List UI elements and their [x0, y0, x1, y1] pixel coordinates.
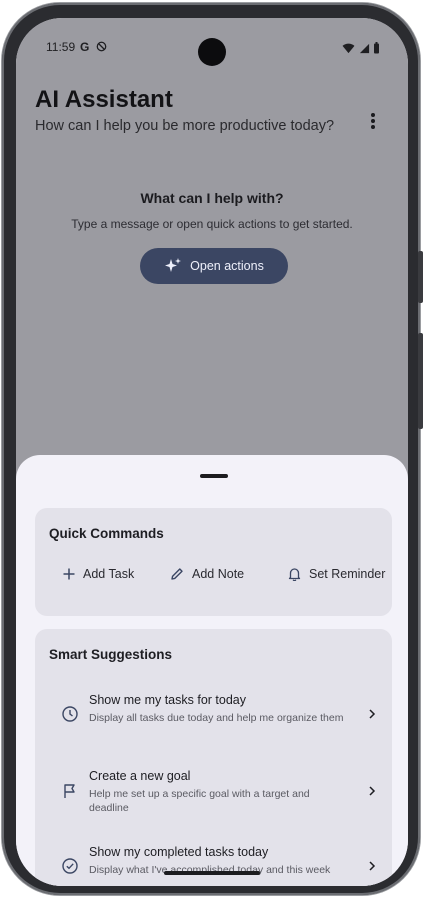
empty-state-title: What can I help with?	[140, 190, 284, 206]
clock-icon	[62, 706, 78, 722]
sparkle-icon	[165, 258, 182, 272]
suggestion-description: Display all tasks due today and help me …	[89, 712, 344, 724]
bell-icon	[288, 568, 301, 581]
volume-button	[418, 333, 423, 429]
open-actions-label: Open actions	[190, 259, 264, 273]
quick-actions-sheet: Quick Commands Add Task Add Note Set Rem…	[16, 455, 408, 886]
chevron-right-icon	[369, 786, 376, 796]
screen: 11:59 G AI Assistant How can I help you …	[16, 18, 408, 886]
home-indicator[interactable]	[164, 871, 260, 875]
suggestion-title: Show me my tasks for today	[89, 693, 247, 707]
front-camera	[198, 38, 226, 66]
google-icon: G	[80, 40, 90, 54]
empty-state-text: Type a message or open quick actions to …	[71, 217, 353, 231]
power-button	[418, 251, 423, 303]
battery-icon	[374, 42, 379, 54]
chevron-right-icon	[369, 861, 376, 871]
suggestion-item[interactable]: Show me my tasks for today Display all t…	[35, 683, 392, 753]
page-subtitle: How can I help you be more productive to…	[35, 118, 335, 134]
chevron-right-icon	[369, 709, 376, 719]
suggestion-title: Create a new goal	[89, 769, 191, 783]
set-reminder-button[interactable]: Set Reminder	[288, 567, 385, 581]
quick-commands-card: Quick Commands Add Task Add Note Set Rem…	[35, 508, 392, 616]
pencil-icon	[171, 568, 183, 580]
quick-commands-row: Add Task Add Note Set Reminder	[35, 508, 392, 616]
more-options-button[interactable]	[364, 110, 382, 132]
add-note-label: Add Note	[192, 567, 245, 581]
add-task-label: Add Task	[83, 567, 135, 581]
signal-icon	[359, 43, 369, 54]
smart-suggestions-card: Smart Suggestions Show me my tasks for t…	[35, 629, 392, 886]
suggestion-title: Show my completed tasks today	[89, 845, 269, 859]
set-reminder-label: Set Reminder	[309, 567, 386, 581]
smart-suggestions-title: Smart Suggestions	[49, 647, 173, 662]
status-time: 11:59	[46, 40, 76, 54]
suggestion-item[interactable]: Show my completed tasks today Display wh…	[35, 835, 392, 886]
add-task-button[interactable]: Add Task	[63, 567, 134, 581]
more-vert-icon	[371, 113, 375, 129]
do-not-disturb-icon	[96, 41, 107, 55]
add-note-button[interactable]: Add Note	[170, 567, 244, 581]
plus-icon	[63, 568, 75, 580]
page-title: AI Assistant	[35, 86, 173, 113]
flag-icon	[64, 784, 75, 798]
wifi-icon	[342, 43, 355, 54]
phone-frame: 11:59 G AI Assistant How can I help you …	[2, 3, 423, 895]
check-circle-icon	[62, 858, 78, 874]
status-icons	[342, 42, 380, 57]
open-actions-button[interactable]: Open actions	[140, 248, 288, 284]
suggestion-item[interactable]: Create a new goal Help me set up a speci…	[35, 759, 392, 829]
sheet-drag-handle[interactable]	[200, 474, 228, 478]
suggestion-description: Help me set up a specific goal with a ta…	[89, 788, 310, 814]
